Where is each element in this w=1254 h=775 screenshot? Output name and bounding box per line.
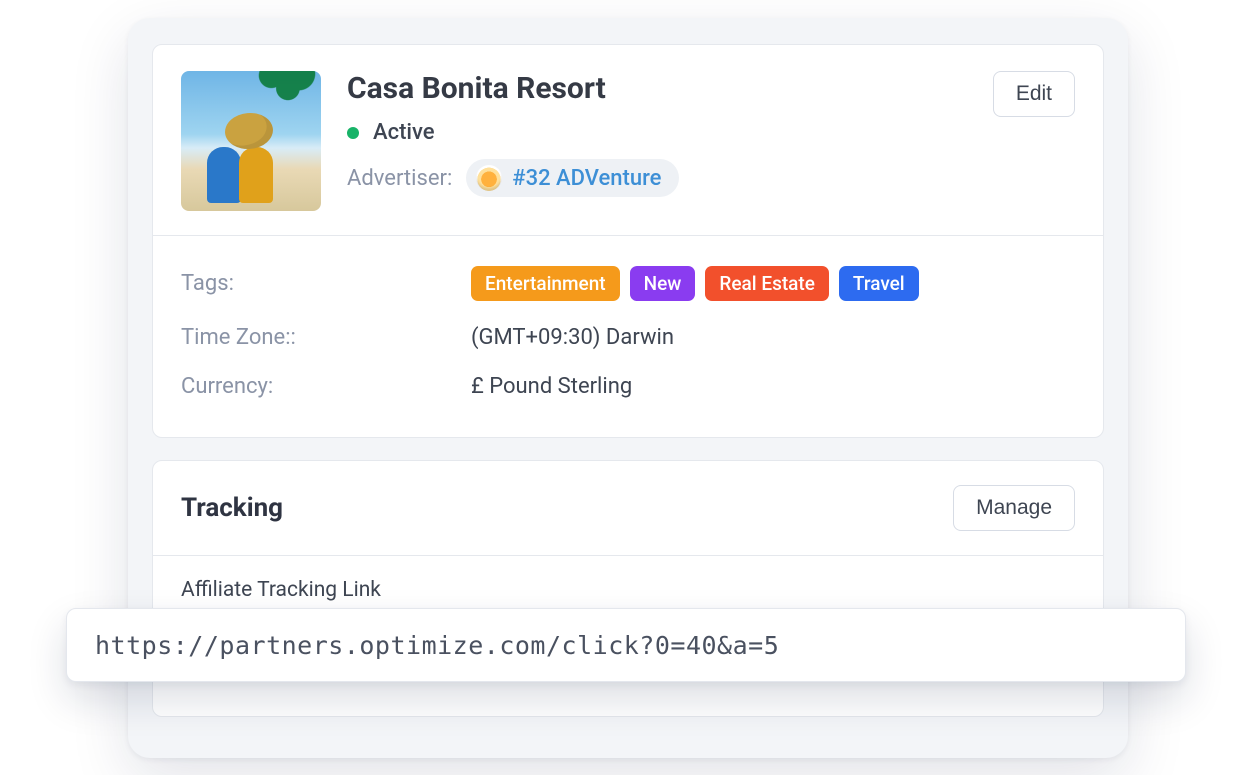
- tracking-title: Tracking: [181, 493, 283, 523]
- affiliate-link-label: Affiliate Tracking Link: [181, 578, 1075, 602]
- offer-status: Active: [347, 120, 993, 145]
- offer-header-text: Casa Bonita Resort Active Advertiser: #3…: [347, 71, 993, 197]
- timezone-value: (GMT+09:30) Darwin: [471, 325, 674, 350]
- advertiser-link[interactable]: #32 ADVenture: [466, 159, 679, 197]
- people-decoration: [207, 133, 287, 203]
- edit-button[interactable]: Edit: [993, 71, 1075, 117]
- tags-row: Tags: Entertainment New Real Estate Travel: [181, 254, 1075, 313]
- status-dot-icon: [347, 127, 359, 139]
- timezone-row: Time Zone:: (GMT+09:30) Darwin: [181, 313, 1075, 362]
- timezone-label: Time Zone::: [181, 325, 471, 350]
- tag[interactable]: Real Estate: [705, 266, 829, 301]
- offer-header: Casa Bonita Resort Active Advertiser: #3…: [153, 45, 1103, 235]
- currency-value: £ Pound Sterling: [471, 374, 632, 399]
- offer-thumbnail: [181, 71, 321, 211]
- tag[interactable]: Travel: [839, 266, 919, 301]
- offer-title: Casa Bonita Resort: [347, 71, 993, 106]
- offer-details: Tags: EntertainmentNewReal EstateTravel …: [153, 236, 1103, 437]
- tags-list: Entertainment New Real Estate Travel: [471, 266, 919, 301]
- offer-summary-panel: Casa Bonita Resort Active Advertiser: #3…: [152, 44, 1104, 438]
- advertiser-link-text: #32 ADVenture: [512, 166, 661, 191]
- advertiser-avatar-icon: [476, 165, 502, 191]
- tracking-url-input[interactable]: https://partners.optimize.com/click?0=40…: [66, 608, 1186, 682]
- manage-button[interactable]: Manage: [953, 485, 1075, 531]
- tags-label: Tags:: [181, 271, 471, 296]
- tag[interactable]: Entertainment: [471, 266, 620, 301]
- status-text: Active: [373, 120, 435, 145]
- advertiser-row: Advertiser: #32 ADVenture: [347, 159, 993, 197]
- currency-row: Currency: £ Pound Sterling: [181, 362, 1075, 411]
- currency-label: Currency:: [181, 374, 471, 399]
- tag[interactable]: New: [630, 266, 696, 301]
- advertiser-label: Advertiser:: [347, 166, 452, 191]
- tracking-header: Tracking Manage: [153, 461, 1103, 555]
